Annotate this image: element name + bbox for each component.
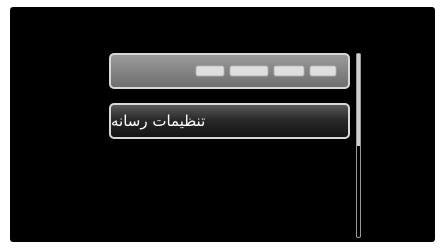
scrollbar[interactable] [356, 53, 361, 238]
blurred-word [196, 66, 224, 76]
blurred-word [310, 66, 336, 76]
menu-item-blurred[interactable] [109, 53, 350, 89]
blurred-label [196, 66, 336, 76]
blurred-word [274, 66, 304, 76]
blurred-word [230, 66, 268, 76]
menu-item-label: تنظیمات رسانه [111, 112, 206, 130]
menu-item-media-settings[interactable]: تنظیمات رسانه [109, 103, 350, 139]
scrollbar-thumb[interactable] [357, 54, 360, 146]
camera-menu-screen: تنظیمات رسانه [10, 7, 435, 242]
